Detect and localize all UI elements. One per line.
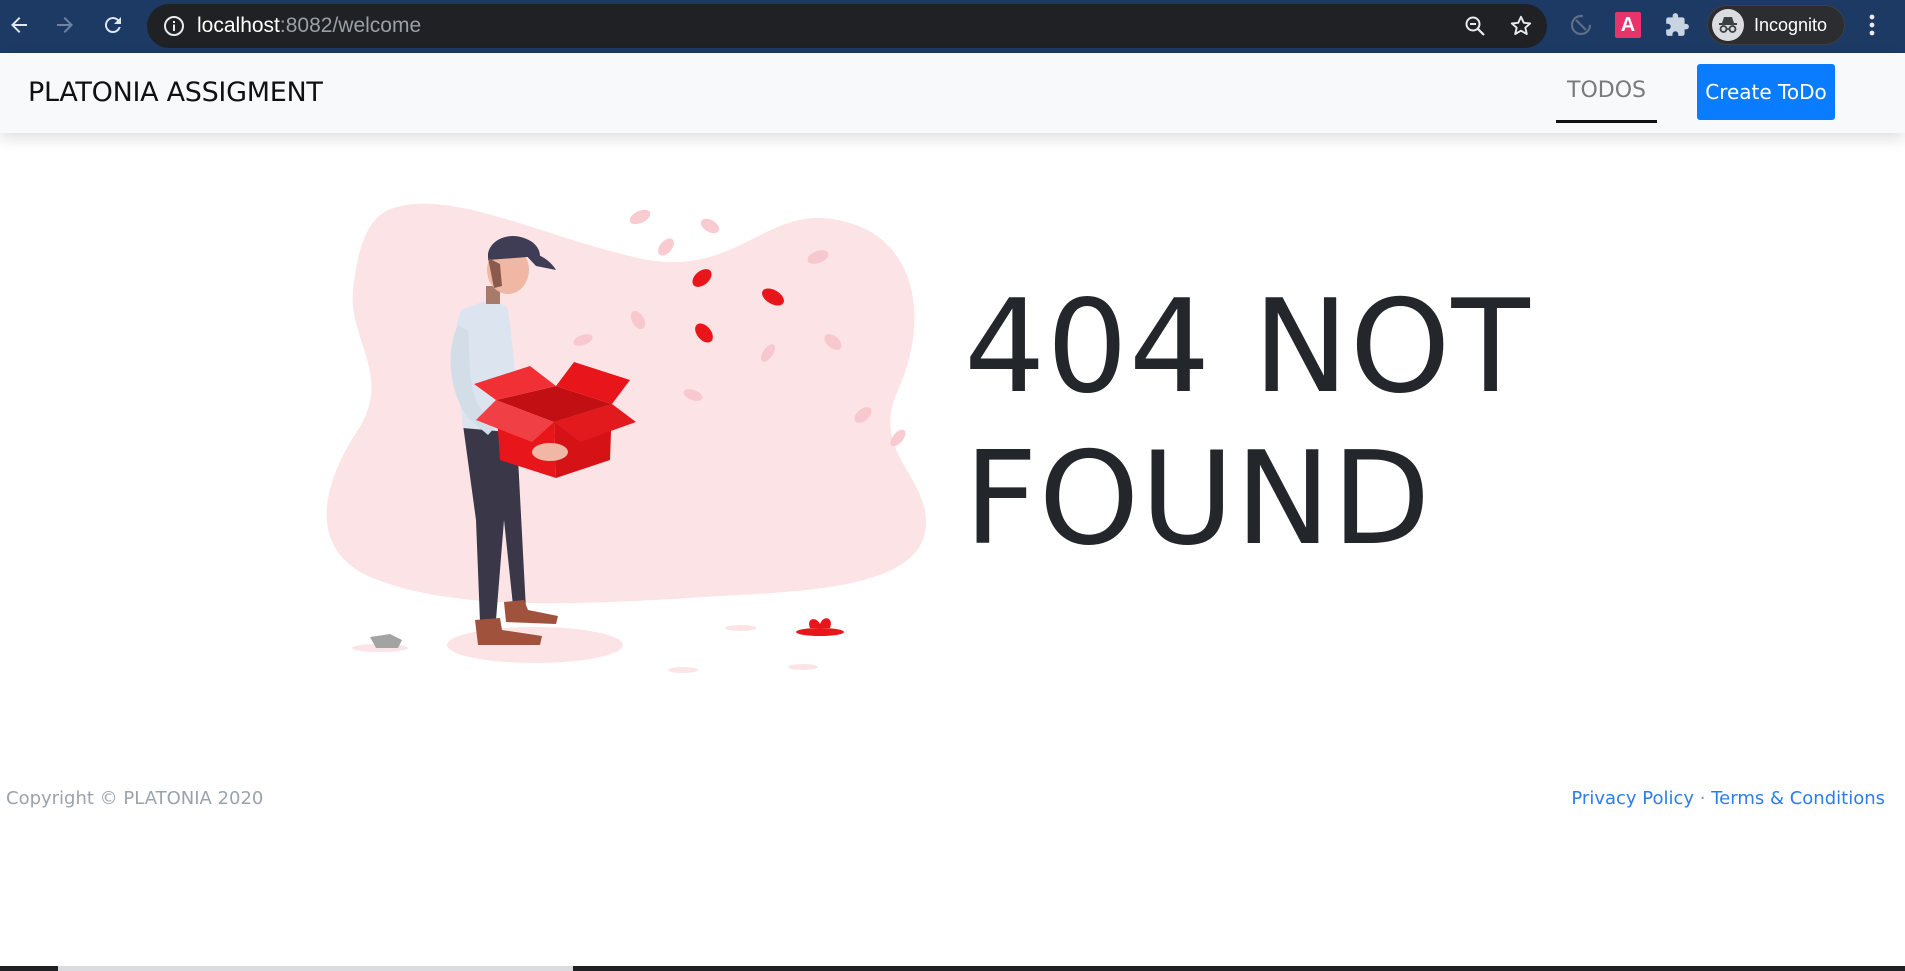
empty-box-illustration — [326, 203, 927, 673]
sync-icon[interactable] — [1568, 12, 1594, 38]
zoom-icon[interactable] — [1463, 14, 1487, 38]
privacy-policy-link[interactable]: Privacy Policy — [1571, 788, 1694, 809]
browser-chrome: localhost:8082/welcome A Incognito — [0, 0, 1905, 53]
url-text[interactable]: localhost:8082/welcome — [197, 4, 421, 48]
terms-conditions-link[interactable]: Terms & Conditions — [1711, 788, 1885, 809]
puzzle-icon[interactable] — [1664, 12, 1690, 38]
star-icon[interactable] — [1509, 14, 1533, 38]
window-bottom-strip — [0, 966, 1905, 971]
nav-link-todos[interactable]: TODOS — [1556, 53, 1657, 123]
info-icon[interactable] — [163, 15, 185, 37]
create-todo-button[interactable]: Create ToDo — [1697, 64, 1835, 120]
profile-label: Incognito — [1754, 15, 1828, 35]
background-blob — [326, 203, 927, 604]
heading-line-2: FOUND — [964, 425, 1432, 574]
back-button[interactable] — [0, 6, 38, 44]
not-found-heading: 404 NOT FOUND — [964, 272, 1664, 576]
forward-button[interactable] — [46, 6, 84, 44]
copyright-text: Copyright © PLATONIA 2020 — [6, 788, 264, 809]
address-bar[interactable]: localhost:8082/welcome — [147, 4, 1547, 48]
forward-icon — [57, 17, 73, 33]
brand-title[interactable]: PLATONIA ASSIGMENT — [28, 53, 323, 133]
profile-button[interactable]: Incognito — [1707, 5, 1845, 45]
footer-separator: · — [1694, 788, 1712, 809]
incognito-icon — [1712, 9, 1744, 41]
footer-links: Privacy Policy · Terms & Conditions — [1571, 788, 1885, 809]
extension-a-icon[interactable]: A — [1615, 12, 1641, 38]
heading-line-1: 404 NOT — [964, 273, 1531, 422]
reload-button[interactable] — [94, 6, 132, 44]
reload-icon — [104, 17, 121, 34]
back-icon — [11, 17, 27, 33]
menu-dots-icon[interactable] — [1858, 10, 1886, 40]
app-navbar: PLATONIA ASSIGMENT TODOS Create ToDo — [0, 53, 1905, 133]
bottom-strip-segment — [58, 966, 573, 971]
